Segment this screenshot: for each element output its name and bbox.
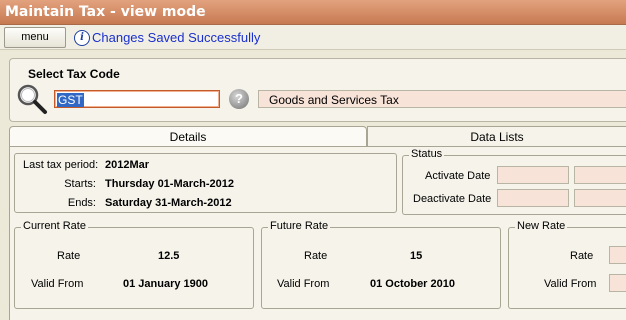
new-rate-label: Rate bbox=[570, 250, 594, 262]
future-rate-title: Future Rate bbox=[268, 220, 331, 232]
future-rate-value: 15 bbox=[410, 250, 423, 262]
info-icon: i bbox=[74, 30, 90, 46]
tax-code-input[interactable]: GST bbox=[54, 90, 220, 108]
ends-label: Ends: bbox=[67, 197, 96, 209]
current-rate-box: Current Rate Rate 12.5 Valid From 01 Jan… bbox=[14, 220, 254, 309]
title-bar: Maintain Tax - view mode bbox=[0, 0, 626, 25]
current-rate-title: Current Rate bbox=[21, 220, 88, 232]
new-valid-from-field[interactable] bbox=[609, 274, 626, 292]
activate-date-field[interactable] bbox=[497, 166, 569, 184]
current-valid-from-value: 01 January 1900 bbox=[123, 278, 209, 290]
future-rate-box: Future Rate Rate 15 Valid From 01 Octobe… bbox=[261, 220, 501, 309]
current-valid-from-label: Valid From bbox=[31, 278, 84, 290]
toolbar: menu i Changes Saved Successfully bbox=[0, 25, 626, 50]
select-tax-code-section: Select Tax Code GST ? Goods and Services… bbox=[9, 58, 626, 122]
future-valid-from-value: 01 October 2010 bbox=[370, 278, 455, 290]
tab-details[interactable]: Details bbox=[9, 126, 367, 146]
tax-description-field: Goods and Services Tax bbox=[258, 90, 626, 108]
menu-button[interactable]: menu bbox=[4, 27, 66, 48]
starts-label: Starts: bbox=[64, 178, 96, 190]
activate-date-label: Activate Date bbox=[425, 170, 491, 182]
tab-data-lists[interactable]: Data Lists bbox=[367, 126, 626, 146]
deactivate-date-field[interactable] bbox=[497, 189, 569, 207]
current-rate-value: 12.5 bbox=[158, 250, 180, 262]
section-title: Select Tax Code bbox=[28, 67, 120, 81]
starts-value: Thursday 01-March-2012 bbox=[105, 178, 234, 190]
status-title: Status bbox=[409, 148, 445, 160]
future-rate-label: Rate bbox=[304, 250, 328, 262]
window-title: Maintain Tax - view mode bbox=[5, 4, 206, 20]
status-message: Changes Saved Successfully bbox=[92, 30, 261, 45]
details-panel: Last tax period: 2012Mar Starts: Thursda… bbox=[9, 146, 626, 320]
ends-value: Saturday 31-March-2012 bbox=[105, 197, 232, 209]
new-valid-from-label: Valid From bbox=[544, 278, 597, 290]
new-rate-title: New Rate bbox=[515, 220, 568, 232]
tax-period-box: Last tax period: 2012Mar Starts: Thursda… bbox=[14, 153, 397, 213]
current-rate-label: Rate bbox=[57, 250, 81, 262]
help-icon[interactable]: ? bbox=[229, 89, 249, 109]
last-period-value: 2012Mar bbox=[105, 159, 150, 171]
deactivate-time-field[interactable] bbox=[574, 189, 626, 207]
future-valid-from-label: Valid From bbox=[277, 278, 330, 290]
new-rate-field[interactable] bbox=[609, 246, 626, 264]
new-rate-box: New Rate Rate Valid From bbox=[508, 220, 626, 309]
tax-code-value: GST bbox=[57, 93, 84, 107]
search-icon[interactable] bbox=[16, 83, 48, 115]
activate-time-field[interactable] bbox=[574, 166, 626, 184]
status-box: Status Activate Date Deactivate Date bbox=[402, 148, 626, 215]
deactivate-date-label: Deactivate Date bbox=[413, 193, 492, 205]
last-period-label: Last tax period: bbox=[23, 159, 99, 171]
